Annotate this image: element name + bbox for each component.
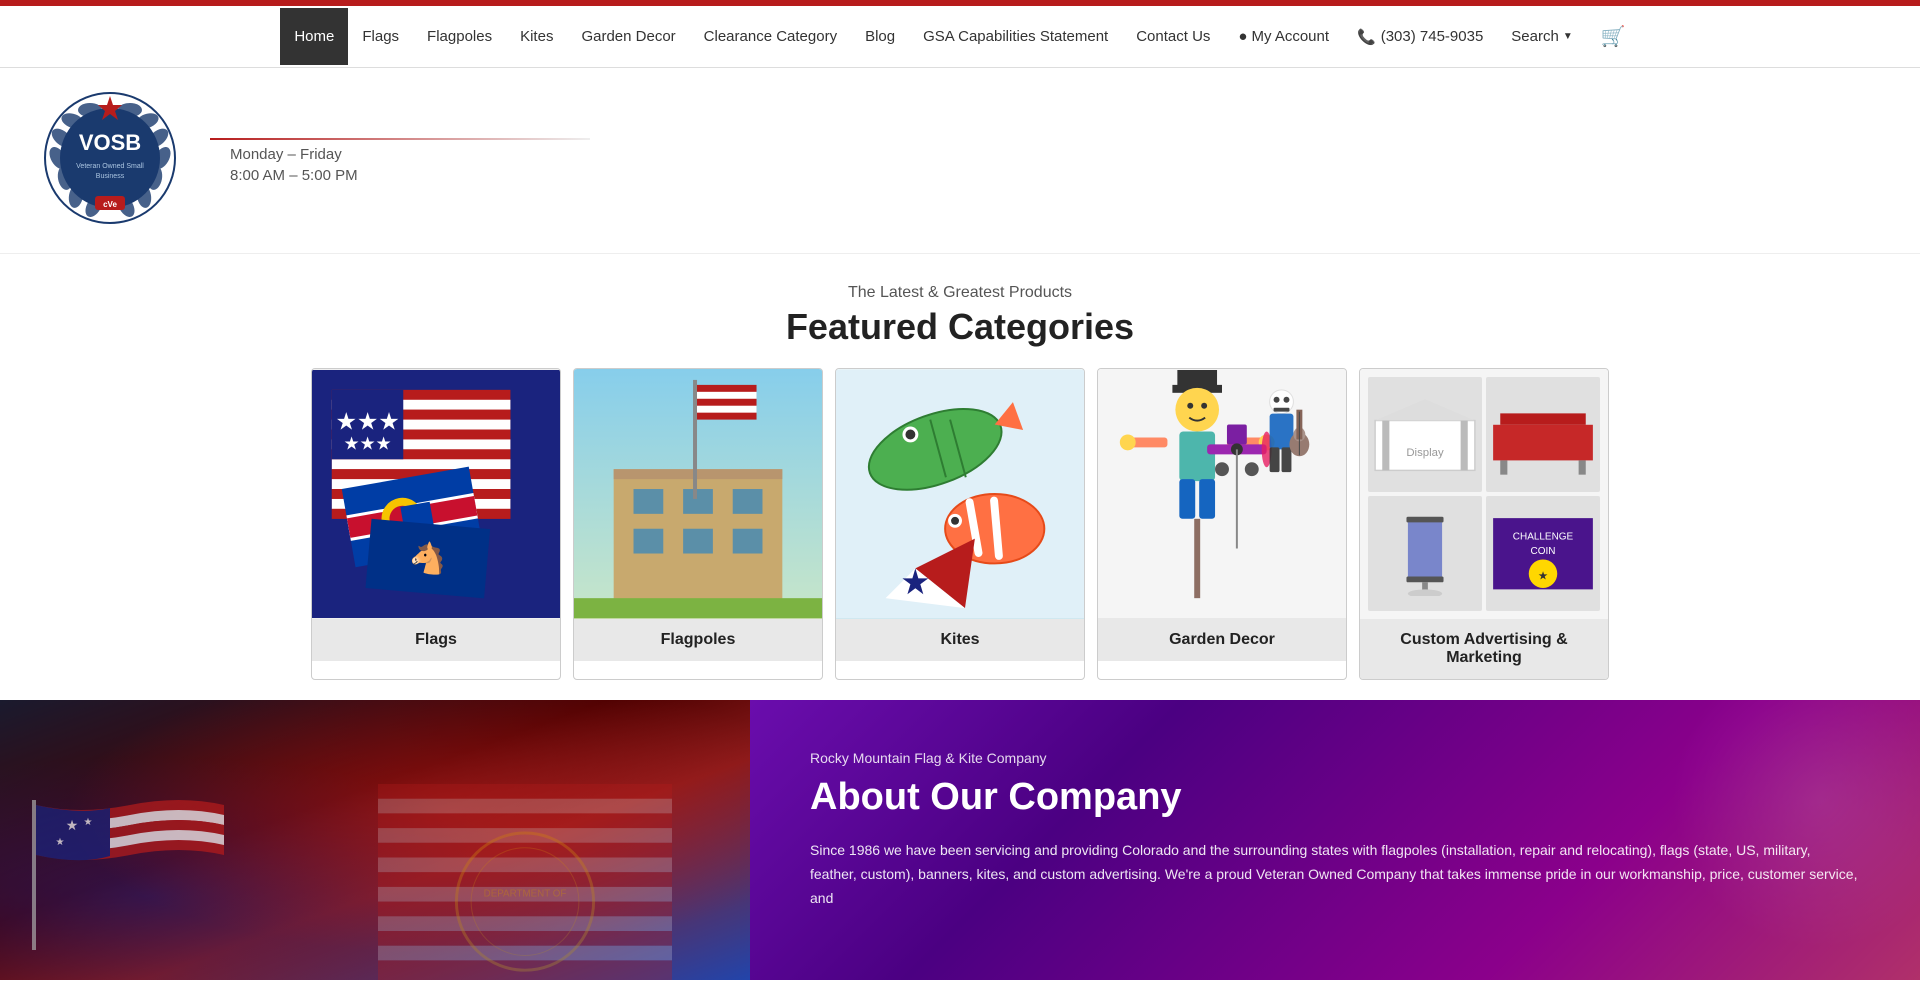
svg-text:COIN: COIN [1531,546,1556,557]
bottom-section: DEPARTMENT OF ★ ★ ★ Rocky Mount [0,700,1920,980]
flag-stripes-overlay: DEPARTMENT OF [300,784,750,980]
logo[interactable]: VOSB Veteran Owned Small Business cVe [40,88,180,233]
nav-item-flagpoles[interactable]: Flagpoles [413,8,506,65]
nav-item-cart[interactable]: 🛒 [1587,4,1640,69]
about-title: About Our Company [810,776,1860,819]
adv-item-1: Display [1368,377,1482,492]
flagpoles-image [574,369,822,619]
garden-decor-label: Garden Decor [1098,619,1346,661]
nav-item-my-account[interactable]: ● My Account [1224,8,1343,65]
about-section: Rocky Mountain Flag & Kite Company About… [750,700,1920,980]
nav-item-search[interactable]: Search ▼ [1497,8,1586,65]
garden-decor-image [1098,369,1346,619]
business-hours: Monday – Friday 8:00 AM – 5:00 PM [210,138,590,184]
svg-text:★★★: ★★★ [336,409,400,436]
flagpoles-label: Flagpoles [574,619,822,661]
svg-text:Veteran Owned Small: Veteran Owned Small [76,163,144,170]
nav-item-flags[interactable]: Flags [348,8,413,65]
nav-item-clearance[interactable]: Clearance Category [690,8,851,65]
business-time: 8:00 AM – 5:00 PM [230,167,590,184]
svg-text:Business: Business [96,173,125,180]
category-card-garden-decor[interactable]: Garden Decor [1097,368,1347,680]
main-navigation: Home Flags Flagpoles Kites Garden Decor … [0,6,1920,68]
nav-item-contact[interactable]: Contact Us [1122,8,1224,65]
flags-image: ★★★ ★★★ [312,369,560,619]
nav-item-garden-decor[interactable]: Garden Decor [567,8,689,65]
company-name-label: Rocky Mountain Flag & Kite Company [810,750,1860,766]
user-icon: ● [1238,28,1247,45]
kites-image [836,369,1084,619]
nav-item-gsa[interactable]: GSA Capabilities Statement [909,8,1122,65]
svg-text:★: ★ [1538,570,1548,582]
business-days: Monday – Friday [230,146,590,163]
kites-label: Kites [836,619,1084,661]
flag-photo: DEPARTMENT OF ★ ★ ★ [0,700,750,980]
svg-text:★: ★ [56,837,65,848]
svg-text:DEPARTMENT OF: DEPARTMENT OF [484,889,567,900]
adv-item-4: CHALLENGE COIN ★ [1486,496,1600,611]
featured-section: The Latest & Greatest Products Featured … [0,254,1920,700]
svg-text:CHALLENGE: CHALLENGE [1513,531,1574,542]
category-card-flags[interactable]: ★★★ ★★★ [311,368,561,680]
adv-item-3 [1368,496,1482,611]
about-body: Since 1986 we have been servicing and pr… [810,839,1860,910]
nav-item-phone[interactable]: 📞 (303) 745-9035 [1343,8,1497,66]
custom-advertising-label: Custom Advertising & Marketing [1360,619,1608,679]
category-card-flagpoles[interactable]: Flagpoles [573,368,823,680]
hours-details: Monday – Friday 8:00 AM – 5:00 PM [230,146,590,184]
svg-text:🐴: 🐴 [408,540,448,577]
svg-text:★: ★ [66,817,79,833]
nav-item-kites[interactable]: Kites [506,8,567,65]
custom-advertising-image: Display [1360,369,1608,619]
vosb-logo-svg: VOSB Veteran Owned Small Business cVe [40,88,180,228]
nav-item-home[interactable]: Home [280,8,348,65]
svg-text:★★★: ★★★ [344,433,392,453]
header-area: VOSB Veteran Owned Small Business cVe Mo… [0,68,1920,254]
adv-item-2 [1486,377,1600,492]
featured-subtitle: The Latest & Greatest Products [40,284,1880,302]
svg-text:Display: Display [1406,447,1444,459]
featured-title: Featured Categories [40,306,1880,348]
svg-text:★: ★ [84,817,93,828]
chevron-down-icon: ▼ [1563,31,1573,42]
cart-icon: 🛒 [1601,26,1626,48]
svg-text:VOSB: VOSB [79,130,141,155]
categories-grid: ★★★ ★★★ [40,368,1880,680]
svg-text:cVe: cVe [103,200,117,209]
hours-bar-divider [210,138,590,140]
flags-label: Flags [312,619,560,661]
category-card-kites[interactable]: Kites [835,368,1085,680]
category-card-custom-advertising[interactable]: Display [1359,368,1609,680]
phone-icon: 📞 [1357,28,1376,46]
nav-item-blog[interactable]: Blog [851,8,909,65]
